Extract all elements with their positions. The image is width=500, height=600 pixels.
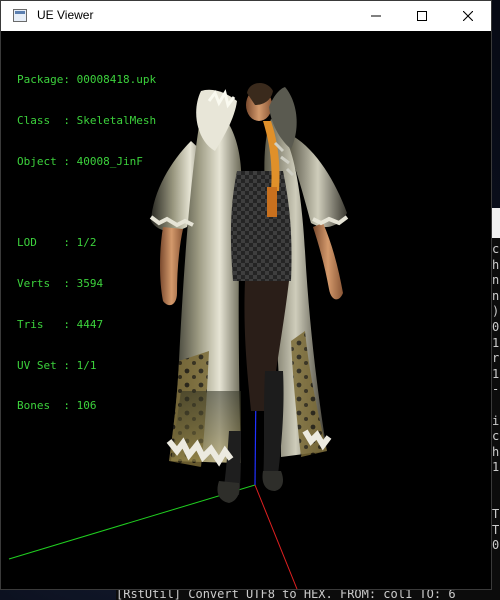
close-icon xyxy=(463,11,473,21)
console-line: 1 xyxy=(492,335,500,350)
close-button[interactable] xyxy=(445,1,491,31)
3d-viewport[interactable]: Package: 00008418.upk Class : SkeletalMe… xyxy=(1,31,491,589)
console-line: r xyxy=(492,351,500,366)
minimize-button[interactable] xyxy=(353,1,399,31)
console-line: h xyxy=(492,257,500,272)
tris-info: Tris : 4447 xyxy=(17,317,104,331)
console-line: c xyxy=(492,242,500,256)
console-line: - xyxy=(492,382,500,397)
ue-viewer-window: UE Viewer Package: 00008418.upk Class: … xyxy=(0,0,492,590)
console-line: 0 xyxy=(492,319,500,334)
object-info: Object : 40008_JinF xyxy=(17,154,143,168)
console-output: c h n n ) 0 1 r 1 - i c h 1 T T 0 xyxy=(492,242,499,554)
console-line: n xyxy=(492,288,500,303)
mesh-info-overlay: Package: 00008418.upk Class : SkeletalMe… xyxy=(17,46,156,440)
verts-info: Verts : 3594 xyxy=(17,277,104,291)
bones-info: Bones : 106 xyxy=(17,399,97,413)
maximize-button[interactable] xyxy=(399,1,445,31)
maximize-icon xyxy=(417,11,427,21)
console-line: T xyxy=(492,507,500,522)
console-line: ) xyxy=(492,304,500,319)
title-bar[interactable]: UE Viewer xyxy=(1,1,491,31)
minimize-icon xyxy=(371,15,381,17)
package-info: Package: 00008418.upk xyxy=(17,73,157,87)
window-title: UE Viewer xyxy=(37,8,94,22)
console-line: h xyxy=(492,444,500,459)
console-line: 1 xyxy=(492,366,500,381)
console-line: i xyxy=(492,413,500,428)
lod-info: LOD : 1/2 xyxy=(17,236,97,250)
app-window-icon xyxy=(13,9,27,22)
console-line: T xyxy=(492,522,500,537)
info-spacer xyxy=(17,196,156,210)
class-info: Class : SkeletalMesh xyxy=(17,113,157,127)
console-line: c xyxy=(492,429,500,444)
console-line: n xyxy=(492,273,500,288)
uv-set-info: UV Set : 1/1 xyxy=(17,358,97,372)
console-line: 0 xyxy=(492,538,500,553)
console-line: 1 xyxy=(492,460,500,475)
